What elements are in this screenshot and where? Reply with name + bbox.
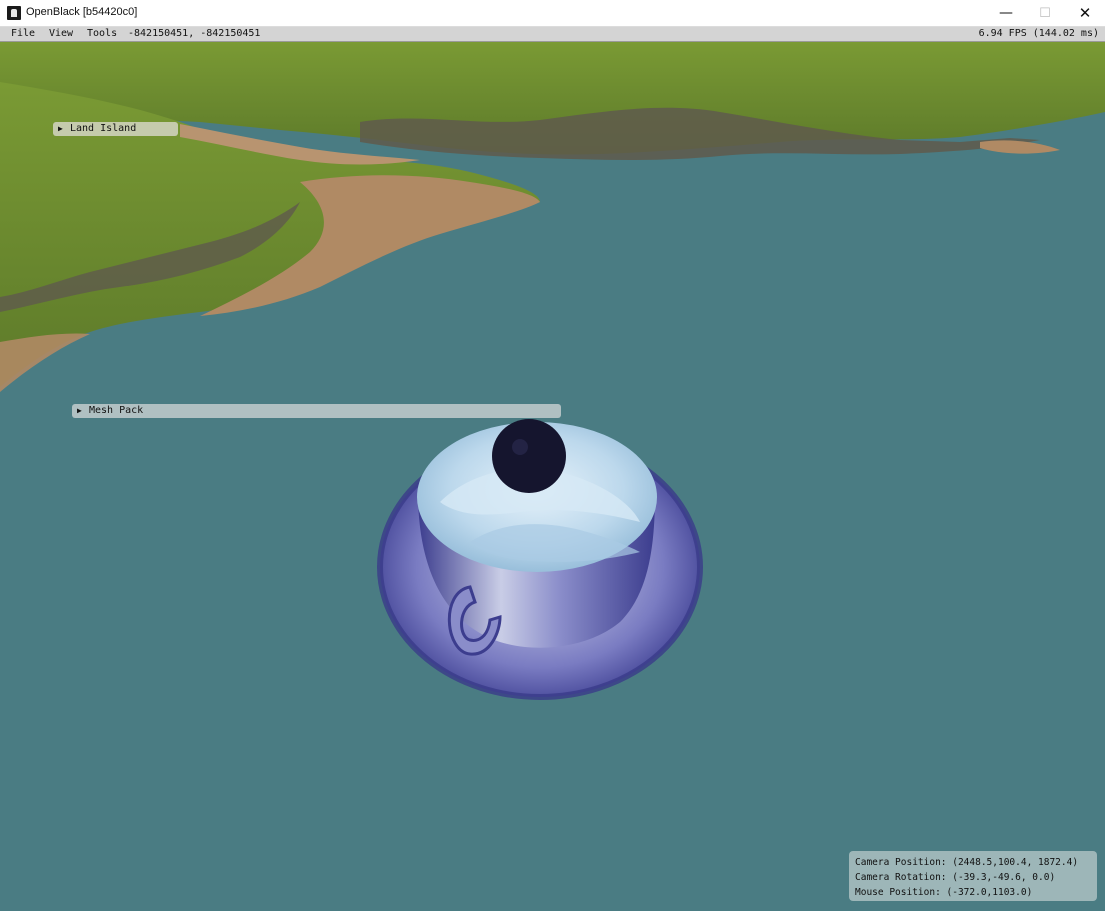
close-icon: ✕ [1078, 4, 1092, 22]
cursor-coords: -842150451, -842150451 [128, 28, 261, 39]
maximize-button[interactable]: ☐ [1025, 0, 1065, 26]
maximize-icon: ☐ [1039, 5, 1051, 21]
land-island-label: Land Island [70, 123, 137, 134]
collapse-arrow-icon: ▶ [77, 406, 82, 415]
menu-view[interactable]: View [49, 28, 73, 39]
camera-rotation: Camera Rotation: (-39.3,-49.6, 0.0) [855, 872, 1056, 883]
left-shore [0, 333, 90, 392]
mesh-pack-label: Mesh Pack [89, 405, 144, 416]
scene-render [0, 42, 1105, 700]
minimize-button[interactable]: — [986, 0, 1026, 26]
camera-position: Camera Position: (2448.5,100.4, 1872.4) [855, 857, 1079, 868]
window-title: OpenBlack [b54420c0] [26, 6, 138, 18]
fps-counter: 6.94 FPS (144.02 ms) [978, 28, 1099, 39]
land-island-panel-header[interactable]: ▶ Land Island [53, 122, 178, 136]
mouse-position: Mouse Position: (-372.0,1103.0) [855, 887, 1033, 898]
berry-highlight [512, 439, 528, 455]
minimize-icon: — [999, 5, 1013, 21]
collapse-arrow-icon: ▶ [58, 124, 63, 133]
title-bar: OpenBlack [b54420c0] — ☐ ✕ [0, 0, 1105, 27]
berry [492, 419, 566, 493]
menu-file[interactable]: File [11, 28, 35, 39]
camera-info-overlay: Camera Position: (2448.5,100.4, 1872.4) … [849, 851, 1097, 901]
mesh-pack-panel-header[interactable]: ▶ Mesh Pack [72, 404, 561, 418]
back-beach [980, 140, 1060, 154]
close-button[interactable]: ✕ [1065, 0, 1105, 26]
menu-tools[interactable]: Tools [87, 28, 117, 39]
game-viewport[interactable]: ▶ Land Island ▶ Mesh Pack [0, 42, 1105, 911]
menu-bar: File View Tools -842150451, -842150451 6… [0, 27, 1105, 42]
app-icon [7, 6, 21, 20]
